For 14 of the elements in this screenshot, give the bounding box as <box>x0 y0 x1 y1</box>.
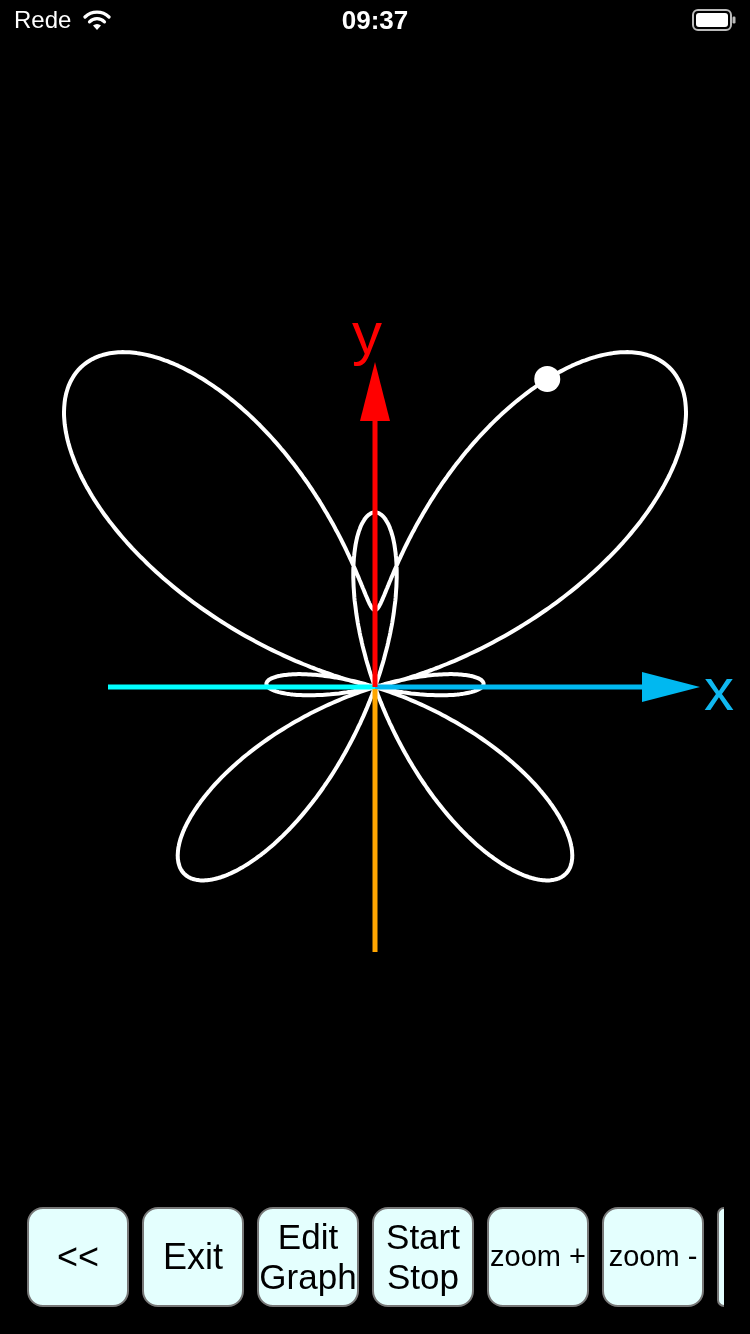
clock-time: 09:37 <box>341 4 409 36</box>
battery-icon <box>692 9 736 31</box>
y-axis-label: y <box>352 300 382 367</box>
toolbar-button[interactable]: Edit Graph <box>257 1207 359 1307</box>
toolbar-button[interactable]: Start Stop <box>372 1207 474 1307</box>
point-marker-icon <box>534 366 561 393</box>
toolbar-button[interactable]: Exit <box>142 1207 244 1307</box>
toolbar-button[interactable]: zoom - <box>602 1207 704 1307</box>
partial-button[interactable] <box>717 1207 724 1307</box>
toolbar-button[interactable]: << <box>27 1207 129 1307</box>
wifi-icon <box>83 9 112 31</box>
x-axis-label: x <box>704 656 734 723</box>
carrier-label: Rede <box>14 6 72 34</box>
toolbar-button[interactable]: zoom + <box>487 1207 589 1307</box>
